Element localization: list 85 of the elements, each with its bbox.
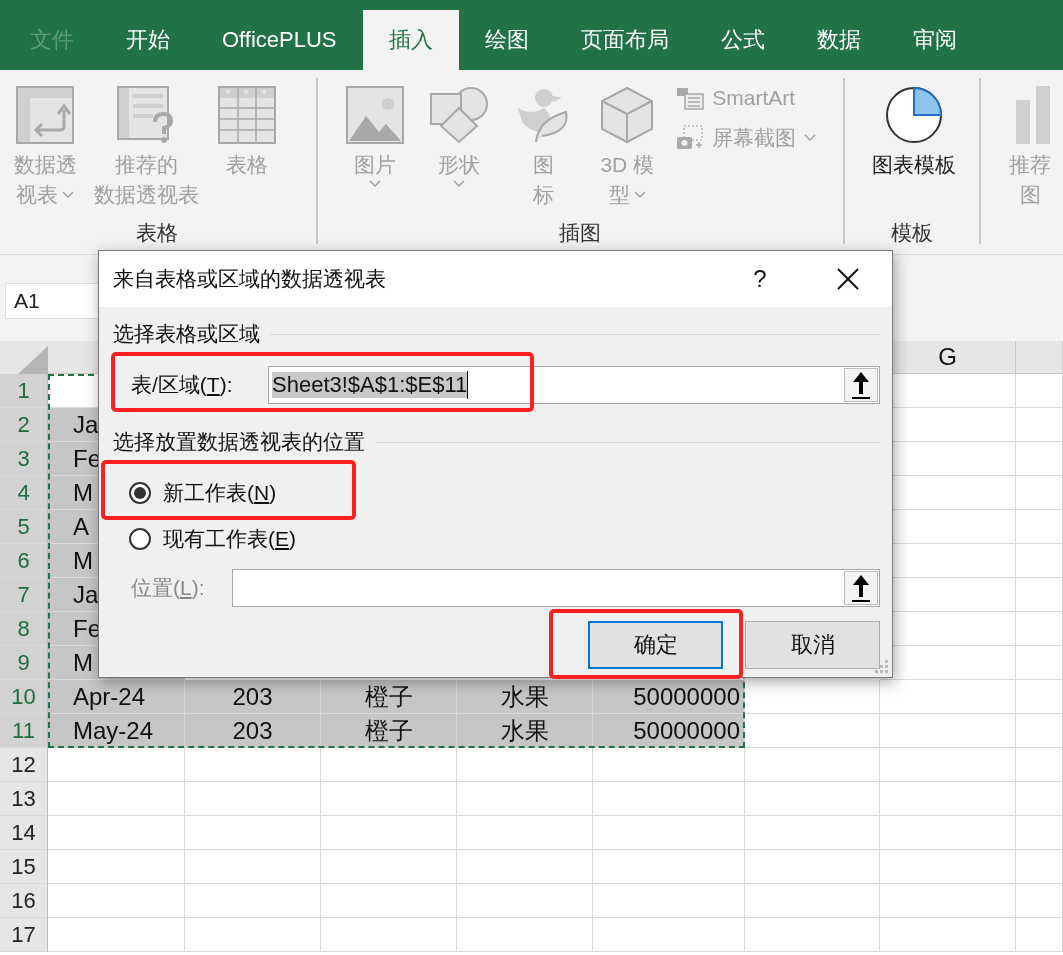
ribbon-tab[interactable]: 审阅 <box>886 10 983 70</box>
group-label: 插图 <box>558 220 603 246</box>
table-cell <box>1016 408 1063 442</box>
resize-grip-icon[interactable] <box>875 660 889 674</box>
picture-icon <box>346 86 405 144</box>
table-cell <box>1016 612 1063 646</box>
ribbon-tab[interactable]: 数据 <box>790 10 887 70</box>
section-heading: 选择表格或区域 <box>113 321 260 347</box>
table-cell: 203 <box>185 714 321 748</box>
row-header[interactable]: 4 <box>0 476 48 510</box>
ribbon-tab[interactable]: 绘图 <box>458 10 555 70</box>
close-icon <box>837 268 859 290</box>
row-header[interactable]: 6 <box>0 544 48 578</box>
table-cell: 203 <box>185 680 321 714</box>
cube-icon <box>600 86 655 144</box>
caret-icon <box>62 191 74 199</box>
table-cell: 水果 <box>457 714 593 748</box>
caret-icon <box>804 134 817 142</box>
table-cell <box>1016 442 1063 476</box>
report-question-icon <box>117 86 175 144</box>
table-cell: May-24 <box>48 714 185 748</box>
table-cell: 水果 <box>457 680 593 714</box>
row-header[interactable]: 16 <box>0 884 48 918</box>
row-header[interactable]: 17 <box>0 918 48 952</box>
location-field[interactable] <box>232 569 880 607</box>
table-cell: 橙子 <box>321 680 457 714</box>
row-header[interactable]: 1 <box>0 374 48 408</box>
field-label: 表/区域(T): <box>130 372 234 398</box>
shapes-icon <box>429 86 490 144</box>
table-icon <box>218 86 276 144</box>
table-cell <box>1016 714 1063 748</box>
ribbon-button[interactable]: 图表模板 <box>856 84 972 216</box>
table-cell <box>1016 544 1063 578</box>
row-header[interactable]: 13 <box>0 782 48 816</box>
collapse-arrow-icon <box>851 370 871 400</box>
table-cell <box>1016 578 1063 612</box>
table-cell: 50000000 <box>593 680 745 714</box>
caret-icon <box>369 180 382 188</box>
smartart-icon <box>676 86 705 110</box>
dialog-button[interactable]: 确定 <box>588 621 723 669</box>
camera-icon <box>676 125 705 151</box>
table-cell <box>1016 918 1063 952</box>
table-cell <box>1016 374 1063 408</box>
ribbon-tab[interactable]: OfficePLUS <box>196 10 363 70</box>
table-cell <box>1016 782 1063 816</box>
collapse-button[interactable] <box>844 571 878 605</box>
row-header[interactable]: 11 <box>0 714 48 748</box>
row-header[interactable]: 7 <box>0 578 48 612</box>
ribbon-tab[interactable]: 公式 <box>694 10 791 70</box>
range-field[interactable]: Sheet3!$A$1:$E$11 <box>268 366 880 404</box>
table-cell <box>1016 748 1063 782</box>
table-cell: 橙子 <box>321 714 457 748</box>
row-header[interactable]: 14 <box>0 816 48 850</box>
collapse-button[interactable] <box>844 368 878 402</box>
radio-button[interactable] <box>129 528 151 550</box>
table-cell: 50000000 <box>593 714 745 748</box>
row-header[interactable]: 5 <box>0 510 48 544</box>
table-cell <box>1016 850 1063 884</box>
row-header[interactable]: 2 <box>0 408 48 442</box>
help-button[interactable]: ? <box>740 259 780 299</box>
caret-icon <box>453 180 466 188</box>
table-cell <box>1016 816 1063 850</box>
radio-button[interactable] <box>129 482 151 504</box>
row-header[interactable]: 9 <box>0 646 48 680</box>
table-cell <box>1016 680 1063 714</box>
group-label: 模板 <box>889 220 934 246</box>
row-header[interactable]: 8 <box>0 612 48 646</box>
ribbon-tab[interactable]: 开始 <box>100 10 196 70</box>
row-header[interactable]: 15 <box>0 850 48 884</box>
ribbon-tab[interactable]: 页面布局 <box>554 10 695 70</box>
ribbon-tab[interactable]: 插入 <box>362 10 459 70</box>
row-header[interactable]: 3 <box>0 442 48 476</box>
row-header[interactable]: 12 <box>0 748 48 782</box>
table-cell: Apr-24 <box>48 680 185 714</box>
table-cell <box>1016 646 1063 680</box>
pivot-table-icon <box>16 86 74 144</box>
row-header[interactable]: 10 <box>0 680 48 714</box>
collapse-arrow-icon <box>851 573 871 603</box>
table-cell <box>1016 510 1063 544</box>
dialog-button[interactable]: 取消 <box>745 621 880 669</box>
group-label: 表格 <box>135 220 180 246</box>
table-cell <box>1016 884 1063 918</box>
caret-icon <box>633 191 646 199</box>
table-cell <box>1016 476 1063 510</box>
pie-chart-icon <box>885 86 943 144</box>
